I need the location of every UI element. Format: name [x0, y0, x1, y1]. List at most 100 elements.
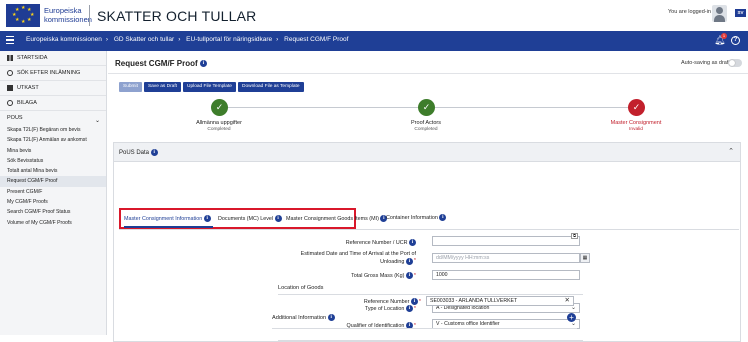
app-title: SKATTER OCH TULLAR	[97, 8, 257, 24]
sidebar-subitem[interactable]: My CGM/F Proofs	[0, 197, 106, 207]
step-label: Proof Actors	[411, 120, 441, 126]
sidebar-subitem[interactable]: Present CGM/F	[0, 187, 106, 197]
step-status: Completed	[207, 127, 231, 132]
breadcrumb-current: Request CGM/F Proof	[284, 36, 349, 43]
step-complete-check-icon[interactable]: ✓	[211, 99, 228, 116]
notification-badge: 1	[721, 33, 727, 39]
reference-number-label: Reference Number / UCR i	[346, 239, 416, 246]
tab-goods-items[interactable]: Master Consignment Goods Items (MI) i	[286, 215, 388, 222]
calendar-icon[interactable]: ▦	[580, 253, 590, 263]
menu-icon[interactable]	[6, 36, 14, 45]
sidebar-subitem[interactable]: Search CGM/F Proof Status	[0, 207, 106, 217]
step-invalid-check-icon[interactable]: ✓	[628, 99, 645, 116]
submit-button[interactable]: Submit	[119, 82, 142, 92]
ref-number-input[interactable]: SE003033 - ARLANDA TULLVERKET ✕	[426, 296, 574, 306]
step-status: Completed	[414, 127, 438, 132]
info-icon[interactable]: i	[405, 305, 413, 312]
breadcrumb-item[interactable]: GD Skatter och tullar	[114, 36, 174, 43]
additional-information-label: Additional Information i	[272, 314, 335, 321]
sidebar-item-search[interactable]: SÖK EFTER INLÄMNING	[0, 66, 106, 81]
step-connector	[228, 107, 418, 108]
step-complete-check-icon[interactable]: ✓	[418, 99, 435, 116]
breadcrumb-item[interactable]: EU-tullportal för näringsidkare	[186, 36, 272, 43]
info-icon[interactable]: i	[409, 239, 416, 246]
save-draft-button[interactable]: Save as Draft	[143, 82, 181, 92]
sidebar-subitem-active[interactable]: Request CGM/F Proof	[0, 176, 106, 187]
ref-number-label: Reference Number i *	[363, 298, 421, 305]
language-selector[interactable]: SV	[735, 9, 746, 17]
sidebar-subitem[interactable]: Mina bevis	[0, 146, 106, 156]
attachment-icon	[7, 99, 13, 106]
step-connector	[435, 107, 628, 108]
info-icon[interactable]: i	[410, 298, 418, 305]
main-content: Request CGM/F Proof i Auto-saving as dra…	[108, 51, 748, 342]
gross-mass-input[interactable]: 1000	[432, 270, 580, 280]
info-icon[interactable]: i	[405, 257, 413, 265]
add-icon[interactable]: +	[567, 313, 576, 322]
autosave-label: Auto-saving as draft	[681, 60, 730, 66]
chevron-down-icon: ⌄	[94, 118, 100, 124]
eu-flag-logo[interactable]: ★ ★ ★ ★ ★ ★ ★ ★	[6, 4, 40, 27]
step-label: Allmänna uppgifter	[196, 120, 242, 126]
sidebar-item-bilaga[interactable]: BILAGA	[0, 96, 106, 111]
sidebar-item-startsida[interactable]: STARTSIDA	[0, 51, 106, 66]
location-of-goods-heading: Location of Goods	[278, 285, 324, 291]
gross-mass-label: Total Gross Mass (Kg) i *	[351, 272, 416, 279]
header-divider	[89, 5, 90, 26]
step-status: Invalid	[629, 127, 643, 132]
info-icon: i	[203, 215, 211, 222]
user-avatar[interactable]	[712, 5, 727, 22]
breadcrumb: Europeiska kommissionen › GD Skatter och …	[26, 36, 349, 43]
download-template-button[interactable]: Download File as Template	[237, 82, 304, 92]
info-icon[interactable]: i	[405, 272, 413, 279]
top-header: ★ ★ ★ ★ ★ ★ ★ ★ Europeiska kommissionen SKAT…	[0, 0, 748, 33]
clear-icon[interactable]: ✕	[565, 297, 570, 305]
copy-icon[interactable]: ⧉	[571, 233, 578, 239]
chevron-up-icon[interactable]: ⌃	[728, 147, 734, 155]
sidebar: STARTSIDA SÖK EFTER INLÄMNING UTKAST BIL…	[0, 51, 107, 335]
breadcrumb-item[interactable]: Europeiska kommissionen	[26, 36, 102, 43]
progress-stepper: ✓ ✓ ✓ Allmänna uppgifter Completed Proof…	[108, 97, 748, 137]
info-icon[interactable]: i	[199, 60, 207, 68]
tab-documents-mc-level[interactable]: Documents (MC) Level i	[218, 215, 282, 222]
reference-number-input[interactable]	[432, 236, 580, 246]
upload-template-button[interactable]: Upload File Template	[183, 82, 236, 92]
divider	[272, 328, 577, 329]
grid-icon	[7, 54, 13, 61]
navigation-bar: Europeiska kommissionen › GD Skatter och …	[0, 31, 748, 51]
search-icon	[7, 69, 13, 76]
info-icon: i	[439, 214, 447, 221]
step-label: Master Consignment	[610, 120, 662, 126]
sidebar-item-utkast[interactable]: UTKAST	[0, 81, 106, 96]
tabs-highlight-box: Master Consignment Information i Documen…	[119, 208, 388, 229]
sidebar-subitem[interactable]: Totalt antal Mina bevis	[0, 166, 106, 176]
divider	[278, 340, 583, 341]
draft-icon	[7, 84, 13, 91]
tab-master-consignment-information[interactable]: Master Consignment Information i	[124, 215, 211, 222]
tabs-divider	[119, 229, 739, 230]
eta-label: Estimated Date and Time of Arrival at th…	[300, 251, 416, 265]
notification-bell-icon[interactable]: 🔔︎ 1	[714, 33, 727, 45]
logged-in-text: You are logged-in as	[668, 9, 719, 15]
pous-data-panel: PoUS Data i ⌃ Master Consignment Informa…	[113, 142, 741, 342]
sidebar-subitem[interactable]: Sök Bevisstatus	[0, 156, 106, 166]
eta-input[interactable]: dd/MM/yyyy HH:mm:ss	[432, 253, 580, 263]
sidebar-subitem[interactable]: Skapa T2L(F) Begäran om bevis	[0, 125, 106, 135]
org-name: Europeiska kommissionen	[44, 6, 92, 24]
info-icon[interactable]: i	[150, 149, 158, 156]
toolbar: Submit Save as Draft Upload File Templat…	[119, 82, 304, 92]
help-icon[interactable]: ?	[731, 35, 740, 45]
divider	[108, 73, 748, 74]
type-of-location-label: Type of Location i *	[364, 305, 416, 312]
sidebar-subitem[interactable]: Skapa T2L(F) Anmälan av ankomst	[0, 135, 106, 145]
sidebar-subitem[interactable]: Volume of My CGM/F Proofs	[0, 218, 106, 228]
sidebar-group-pous[interactable]: POUS ⌄	[0, 111, 106, 125]
tab-container-information[interactable]: Container Information i	[386, 214, 447, 221]
active-tab-indicator	[124, 226, 213, 228]
page-title: Request CGM/F Proof i	[115, 59, 207, 68]
info-icon[interactable]: i	[327, 314, 335, 321]
panel-header[interactable]: PoUS Data i ⌃	[114, 143, 740, 162]
info-icon: i	[274, 215, 282, 222]
autosave-toggle[interactable]	[728, 59, 742, 67]
panel-title: PoUS Data	[119, 150, 150, 157]
